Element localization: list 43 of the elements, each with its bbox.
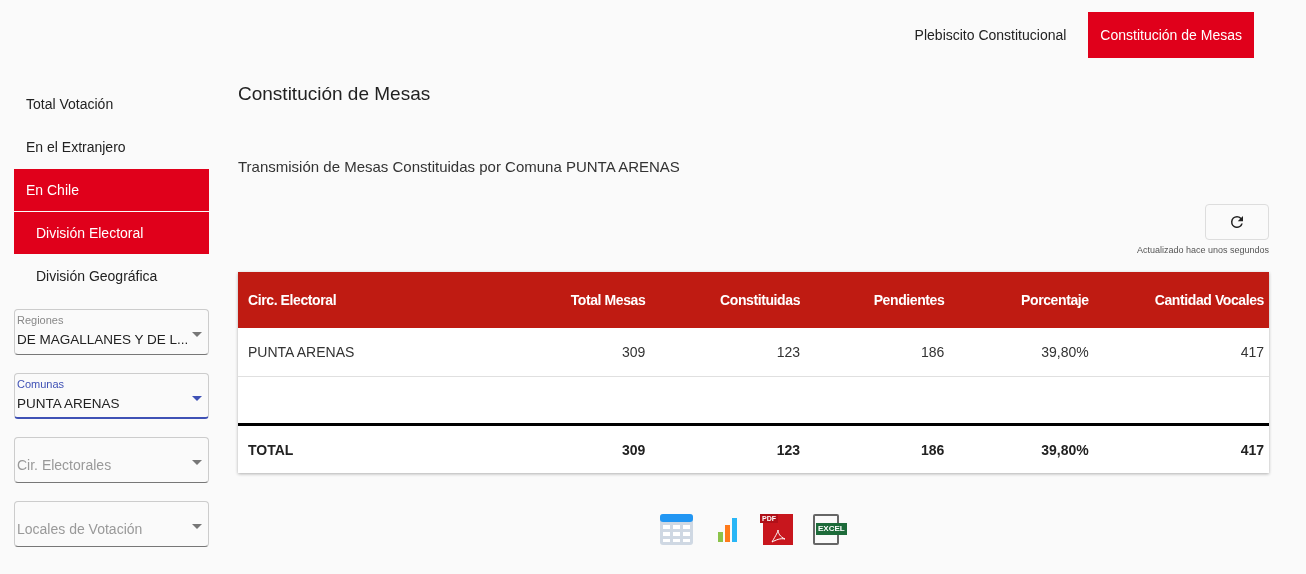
table-cell: 123	[650, 328, 806, 377]
column-header: Constituidas	[650, 272, 806, 328]
column-header: Total Mesas	[506, 272, 651, 328]
select-field[interactable]: Regiones DE MAGALLANES Y DE L...	[14, 309, 209, 355]
caret-icon	[192, 332, 202, 337]
column-header: Porcentaje	[949, 272, 1094, 328]
table-cell: 309	[506, 328, 651, 377]
refresh-icon	[1228, 213, 1246, 231]
sidebar-subitem[interactable]: División Electoral	[14, 212, 209, 254]
sidebar-item[interactable]: Total Votación	[14, 83, 209, 125]
total-cell: 417	[1093, 424, 1269, 473]
field-value: PUNTA ARENAS	[17, 396, 120, 411]
sidebar-subitem[interactable]: División Geográfica	[14, 255, 209, 297]
field-label: Regiones	[17, 314, 64, 326]
total-cell: 39,80%	[949, 424, 1094, 473]
caret-icon	[192, 396, 202, 401]
field-label: Comunas	[17, 378, 65, 390]
caret-icon	[192, 524, 202, 529]
column-header: Pendientes	[805, 272, 950, 328]
refresh-button[interactable]	[1205, 204, 1269, 240]
table-cell: 417	[1093, 328, 1269, 377]
table-cell: PUNTA ARENAS	[238, 328, 507, 377]
field-placeholder: Locales de Votación	[17, 521, 143, 537]
table-icon[interactable]	[660, 514, 693, 545]
table-cell: 39,80%	[949, 328, 1094, 377]
column-header: Cantidad Vocales	[1093, 272, 1269, 328]
field-placeholder: Cir. Electorales	[17, 457, 112, 473]
total-cell: 309	[506, 424, 651, 473]
nav-tab[interactable]: Constitución de Mesas	[1088, 12, 1254, 58]
table-cell: 186	[805, 328, 950, 377]
update-note: Actualizado hace unos segundos	[1136, 245, 1269, 255]
select-field[interactable]: Comunas PUNTA ARENAS	[14, 373, 209, 419]
caret-icon	[192, 460, 202, 465]
total-cell: TOTAL	[238, 424, 507, 473]
nav-tab[interactable]: Plebiscito Constitucional	[902, 12, 1079, 58]
total-cell: 186	[805, 424, 950, 473]
sidebar-item[interactable]: En Chile	[14, 169, 209, 211]
subtitle: Transmisión de Mesas Constituidas por Comuna PUNTA ARENAS	[238, 158, 681, 175]
page-title: Constitución de Mesas	[238, 83, 432, 106]
field-value: DE MAGALLANES Y DE L...	[17, 332, 189, 347]
total-cell: 123	[650, 424, 806, 473]
column-header: Circ. Electoral	[238, 272, 507, 328]
sidebar-item[interactable]: En el Extranjero	[14, 126, 209, 168]
